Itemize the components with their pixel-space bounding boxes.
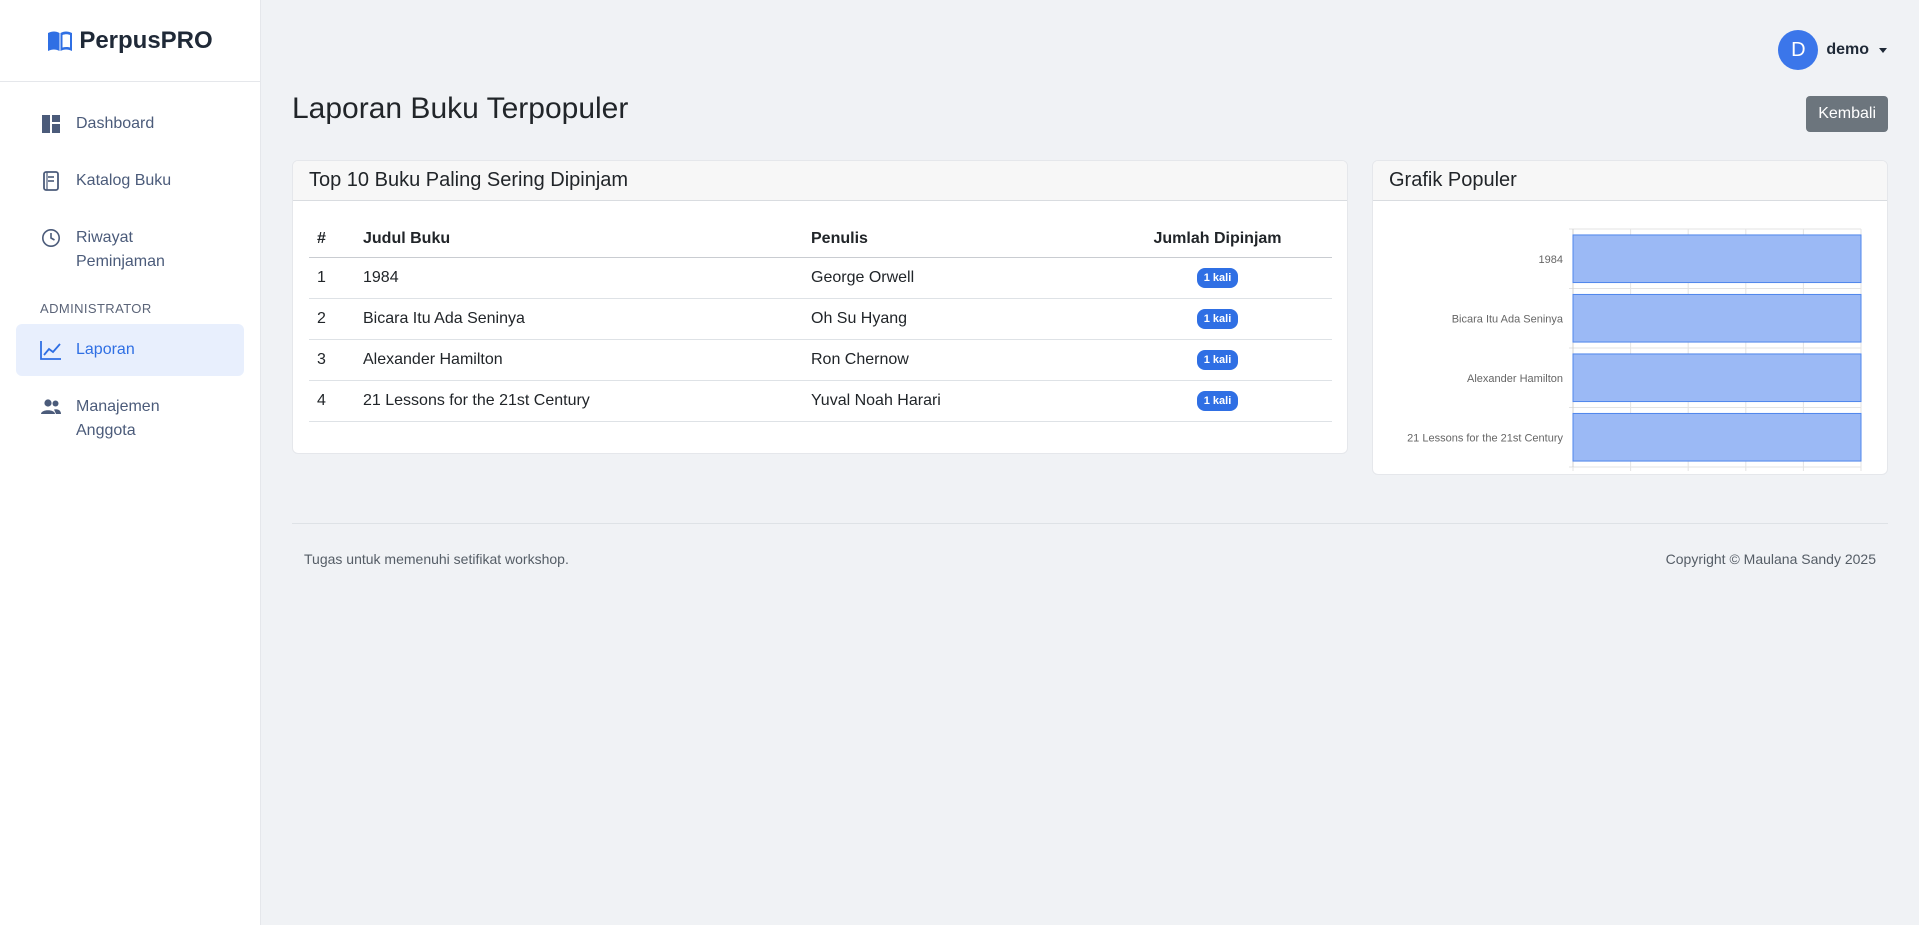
copyright-text: Copyright © Maulana Sandy 2025 <box>1665 551 1876 567</box>
popular-books-table: # Judul Buku Penulis Jumlah Dipinjam 1 1… <box>309 217 1332 422</box>
book-title: Bicara Itu Ada Seninya <box>355 298 803 340</box>
sidebar-item-riwayat-peminjaman[interactable]: Riwayat Peminjaman <box>16 212 244 288</box>
bar <box>1572 353 1862 403</box>
category-label: Alexander Hamilton <box>1467 373 1563 385</box>
count-badge: 1 kali <box>1196 267 1239 288</box>
book-author: Ron Chernow <box>803 339 1103 381</box>
book-open-icon <box>47 30 73 52</box>
sidebar-item-dashboard[interactable]: Dashboard <box>16 98 244 150</box>
table-row: 1 1984 George Orwell 1 kali <box>309 257 1332 299</box>
dashboard-icon <box>40 112 62 136</box>
chart-line-icon <box>40 338 62 362</box>
book-title: 1984 <box>355 257 803 299</box>
brand-name: PerpusPRO <box>79 26 213 54</box>
bar <box>1572 412 1862 462</box>
count-badge: 1 kali <box>1196 308 1239 329</box>
table-row: 2 Bicara Itu Ada Seninya Oh Su Hyang 1 k… <box>309 298 1332 340</box>
table-row: 3 Alexander Hamilton Ron Chernow 1 kali <box>309 339 1332 381</box>
sidebar-item-laporan[interactable]: Laporan <box>16 324 244 376</box>
sidebar-nav: Dashboard Katalog Buku Riwayat Peminjama… <box>0 82 260 457</box>
page-title: Laporan Buku Terpopuler <box>292 92 629 125</box>
table-row: 4 21 Lessons for the 21st Century Yuval … <box>309 380 1332 422</box>
row-number: 4 <box>309 380 355 422</box>
column-header-number: # <box>309 217 355 258</box>
table-header-row: # Judul Buku Penulis Jumlah Dipinjam <box>309 217 1332 258</box>
column-header-title: Judul Buku <box>355 217 803 258</box>
sidebar-item-katalog-buku[interactable]: Katalog Buku <box>16 155 244 207</box>
book-author: Oh Su Hyang <box>803 298 1103 340</box>
column-header-author: Penulis <box>803 217 1103 258</box>
book-title: Alexander Hamilton <box>355 339 803 381</box>
count-badge: 1 kali <box>1196 390 1239 411</box>
card-title: Grafik Populer <box>1373 161 1887 201</box>
popular-chart-card: Grafik Populer 00.20.40.60.81.01984Bicar… <box>1372 160 1888 475</box>
users-icon <box>40 395 62 419</box>
footer-divider <box>292 523 1888 524</box>
book-title: 21 Lessons for the 21st Century <box>355 380 803 422</box>
sidebar-item-label: Katalog Buku <box>76 172 172 189</box>
category-label: Bicara Itu Ada Seninya <box>1452 313 1564 325</box>
sidebar-item-label: Riwayat Peminjaman <box>76 229 165 270</box>
bar <box>1572 293 1862 343</box>
sidebar-item-label: Laporan <box>76 341 135 358</box>
row-number: 2 <box>309 298 355 340</box>
book-author: Yuval Noah Harari <box>803 380 1103 422</box>
brand[interactable]: PerpusPRO <box>0 0 260 82</box>
row-number: 3 <box>309 339 355 381</box>
chevron-down-icon <box>1879 47 1887 53</box>
clock-icon <box>40 226 62 250</box>
book-icon <box>40 169 62 193</box>
bar <box>1572 234 1862 284</box>
sidebar-item-manajemen-anggota[interactable]: Manajemen Anggota <box>16 381 244 457</box>
footer-text: Tugas untuk memenuhi setifikat workshop. <box>304 551 569 567</box>
user-name: demo <box>1826 41 1869 58</box>
column-header-count: Jumlah Dipinjam <box>1103 217 1332 258</box>
sidebar-item-label: Dashboard <box>76 115 155 132</box>
sidebar-item-label: Manajemen Anggota <box>76 398 160 439</box>
popular-books-card: Top 10 Buku Paling Sering Dipinjam # Jud… <box>292 160 1348 454</box>
user-menu[interactable]: D demo <box>1778 30 1887 70</box>
sidebar-section-label: ADMINISTRATOR <box>40 301 152 316</box>
popular-bar-chart: 00.20.40.60.81.01984Bicara Itu Ada Senin… <box>1407 228 1862 471</box>
row-number: 1 <box>309 257 355 299</box>
back-button[interactable]: Kembali <box>1806 96 1888 132</box>
category-label: 21 Lessons for the 21st Century <box>1407 432 1563 444</box>
category-label: 1984 <box>1539 254 1563 266</box>
count-badge: 1 kali <box>1196 349 1239 370</box>
book-author: George Orwell <box>803 257 1103 299</box>
avatar: D <box>1778 30 1819 70</box>
sidebar: PerpusPRO Dashboard Katalog Buku Riwayat… <box>0 0 261 925</box>
card-title: Top 10 Buku Paling Sering Dipinjam <box>293 161 1347 201</box>
